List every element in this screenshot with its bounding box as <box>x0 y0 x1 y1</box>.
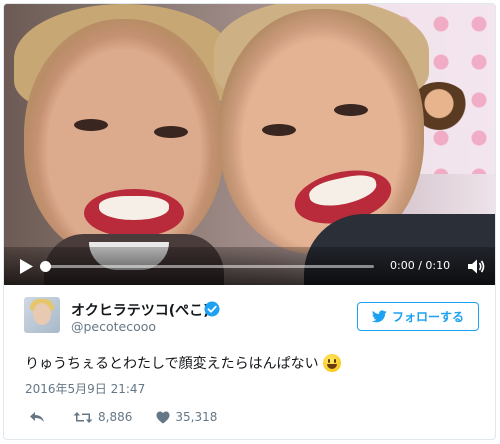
video-person-right-eye <box>334 104 368 116</box>
tweet-actions: 8,886 35,318 <box>29 409 217 425</box>
embedded-tweet-card: 0:00 / 0:10 オクヒラテツコ(ぺこ) @pecotecooo フォロー… <box>3 3 496 440</box>
video-person-left-eye <box>154 126 188 138</box>
twitter-bird-icon <box>371 310 387 323</box>
play-icon[interactable] <box>18 258 34 275</box>
follow-button[interactable]: フォローする <box>357 302 479 331</box>
video-person-left-eye <box>74 119 108 131</box>
like-count: 35,318 <box>175 410 218 424</box>
video-time-display: 0:00 / 0:10 <box>390 259 451 272</box>
tweet-timestamp[interactable]: 2016年5月9日 21:47 <box>25 380 145 397</box>
heart-icon <box>156 411 170 423</box>
retweet-icon <box>73 411 93 423</box>
like-button[interactable]: 35,318 <box>156 410 217 424</box>
tweet-text-body: りゅうちぇるとわたしで顔変えたらはんぱない <box>25 356 319 372</box>
grinning-face-emoji-icon <box>322 354 341 372</box>
verified-badge-icon <box>204 301 220 317</box>
tweet-text: りゅうちぇるとわたしで顔変えたらはんぱない <box>25 353 341 373</box>
follow-button-label: フォローする <box>391 310 464 324</box>
author-display-name[interactable]: オクヒラテツコ(ぺこ) <box>71 300 210 320</box>
avatar-face <box>33 303 51 325</box>
reply-button[interactable] <box>29 411 45 423</box>
video-person-left-teeth <box>99 196 169 220</box>
video-person-right-eye <box>262 124 296 136</box>
author-avatar[interactable] <box>24 297 60 333</box>
video-controls-bar: 0:00 / 0:10 <box>4 247 495 285</box>
author-handle[interactable]: @pecotecooo <box>71 319 156 334</box>
reply-icon <box>30 412 44 422</box>
video-progress-track[interactable] <box>42 265 374 268</box>
volume-icon[interactable] <box>467 258 485 275</box>
video-player[interactable]: 0:00 / 0:10 <box>4 4 495 285</box>
retweet-button[interactable]: 8,886 <box>73 410 132 424</box>
retweet-count: 8,886 <box>98 410 133 424</box>
video-scrubber-handle[interactable] <box>40 261 51 272</box>
